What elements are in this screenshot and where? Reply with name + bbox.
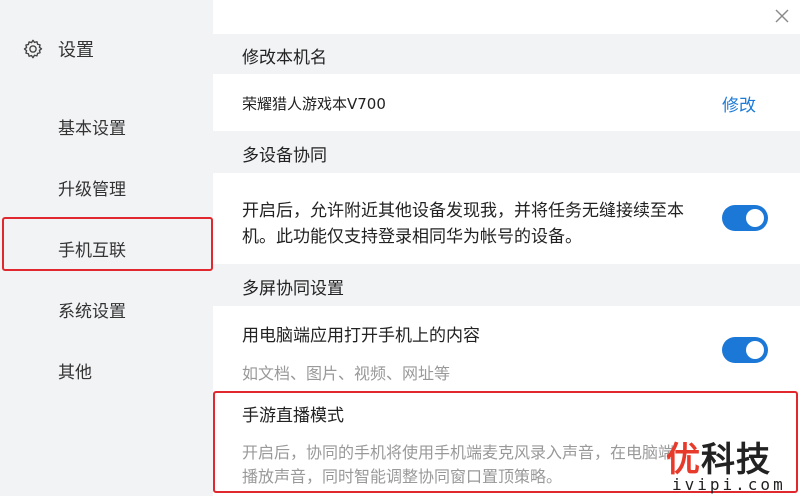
sidebar-item-system[interactable]: 系统设置 bbox=[58, 297, 126, 322]
multi-device-desc-line1: 开启后，允许附近其他设备发现我，并将任务无缝接续至本 bbox=[242, 201, 684, 221]
watermark-url: ivipi.com bbox=[672, 475, 786, 494]
watermark-text: 优科技 bbox=[666, 432, 771, 481]
sidebar-item-upgrade[interactable]: 升级管理 bbox=[58, 175, 126, 200]
section-title-rename: 修改本机名 bbox=[242, 48, 327, 68]
device-name: 荣耀猎人游戏本V700 bbox=[242, 95, 386, 113]
sidebar-item-basic[interactable]: 基本设置 bbox=[58, 114, 126, 139]
section-header-multi-device: 多设备协同 bbox=[213, 131, 800, 173]
open-on-pc-sub: 如文档、图片、视频、网址等 bbox=[242, 364, 451, 383]
section-header-multi-screen: 多屏协同设置 bbox=[213, 264, 800, 306]
watermark-logo: 优科技 ivipi.com bbox=[666, 432, 800, 496]
multi-device-desc-line2: 机。此功能仅支持登录相同华为帐号的设备。 bbox=[242, 227, 582, 247]
watermark-char-you: 优 bbox=[666, 440, 701, 480]
section-title-multi-screen: 多屏协同设置 bbox=[242, 279, 344, 299]
sidebar-item-other[interactable]: 其他 bbox=[58, 358, 92, 383]
open-on-pc-label: 用电脑端应用打开手机上的内容 bbox=[242, 326, 480, 346]
sidebar: 设置 基本设置 升级管理 手机互联 系统设置 其他 bbox=[0, 0, 213, 496]
close-icon[interactable] bbox=[772, 6, 792, 26]
sidebar-highlight-box bbox=[2, 217, 213, 271]
gear-icon bbox=[23, 39, 43, 59]
edit-name-link[interactable]: 修改 bbox=[722, 91, 756, 116]
sidebar-header: 设置 bbox=[22, 36, 94, 62]
section-title-multi-device: 多设备协同 bbox=[242, 146, 327, 166]
open-on-pc-toggle[interactable] bbox=[722, 337, 768, 363]
watermark-chars-keji: 科技 bbox=[701, 440, 771, 480]
sidebar-title: 设置 bbox=[58, 40, 94, 61]
section-header-rename: 修改本机名 bbox=[213, 34, 800, 74]
multi-device-toggle[interactable] bbox=[722, 205, 768, 231]
